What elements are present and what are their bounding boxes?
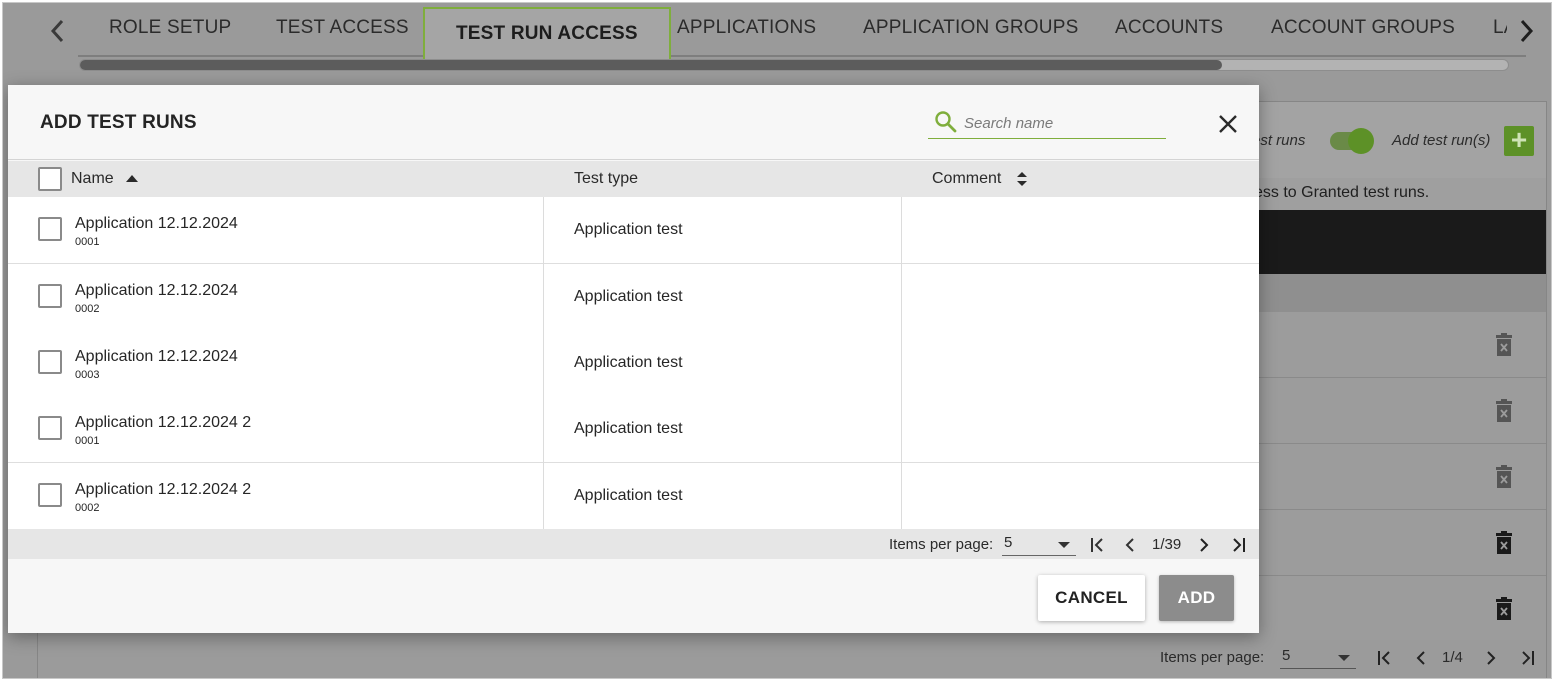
tab-underline xyxy=(78,55,1526,57)
previous-page-icon[interactable] xyxy=(1121,535,1139,555)
tab-applications[interactable]: APPLICATIONS xyxy=(677,17,816,39)
row-checkbox[interactable] xyxy=(38,416,62,440)
delete-icon[interactable] xyxy=(1495,333,1513,357)
dialog-pager: Items per page: 5 1/39 xyxy=(8,529,1259,559)
row-test-type: Application test xyxy=(574,221,683,238)
tab-scrollbar-thumb[interactable] xyxy=(80,60,1223,70)
tab-test-run-access[interactable]: TEST RUN ACCESS xyxy=(423,7,671,59)
row-number: 0001 xyxy=(75,435,100,447)
row-name: Application 12.12.2024 xyxy=(75,348,238,365)
column-divider xyxy=(543,197,544,529)
items-per-page-select[interactable]: 5 xyxy=(1280,647,1356,669)
tab-scrollbar[interactable] xyxy=(79,59,1509,71)
chevron-right-icon[interactable] xyxy=(1515,17,1537,45)
row-number: 0003 xyxy=(75,369,100,381)
row-checkbox[interactable] xyxy=(38,284,62,308)
add-test-runs-dialog: ADD TEST RUNS Name Test type Comment App… xyxy=(8,85,1259,633)
page-indicator: 1/39 xyxy=(1152,536,1182,553)
column-divider xyxy=(901,197,902,529)
search-field[interactable] xyxy=(928,107,1166,139)
last-page-icon[interactable] xyxy=(1229,535,1247,555)
info-text: ess to Granted test runs. xyxy=(1254,184,1430,201)
items-per-page-label: Items per page: xyxy=(1160,649,1265,666)
row-test-type: Application test xyxy=(574,487,683,504)
page-indicator: 1/4 xyxy=(1442,649,1463,666)
tab-accounts[interactable]: ACCOUNTS xyxy=(1115,17,1223,39)
items-per-page-label: Items per page: xyxy=(889,536,994,553)
close-icon[interactable] xyxy=(1216,112,1240,136)
table-body: Application 12.12.2024 0001 Application … xyxy=(8,197,1259,530)
row-number: 0002 xyxy=(75,502,100,514)
chevron-left-icon[interactable] xyxy=(47,17,69,45)
show-test-runs-toggle[interactable] xyxy=(1330,128,1374,154)
dialog-title: ADD TEST RUNS xyxy=(40,112,197,133)
table-row[interactable]: Application 12.12.2024 2 0002 Applicatio… xyxy=(8,463,1259,530)
add-test-run-button[interactable]: + xyxy=(1504,126,1534,156)
row-test-type: Application test xyxy=(574,354,683,371)
sort-ascending-icon[interactable] xyxy=(124,170,140,188)
select-all-checkbox[interactable] xyxy=(38,167,62,191)
dialog-header: ADD TEST RUNS xyxy=(8,85,1259,160)
tab-account-groups[interactable]: ACCOUNT GROUPS xyxy=(1271,17,1455,39)
search-input[interactable] xyxy=(964,111,1160,135)
next-page-icon[interactable] xyxy=(1195,535,1213,555)
last-page-icon[interactable] xyxy=(1518,648,1536,668)
items-per-page-value: 5 xyxy=(1004,534,1013,551)
previous-page-icon[interactable] xyxy=(1412,648,1430,668)
add-test-runs-label: Add test run(s) xyxy=(1392,132,1491,149)
items-per-page-value: 5 xyxy=(1282,647,1291,664)
first-page-icon[interactable] xyxy=(1089,535,1107,555)
table-header: Name Test type Comment xyxy=(8,161,1259,197)
search-icon xyxy=(935,111,957,133)
column-header-comment[interactable]: Comment xyxy=(932,170,1001,188)
row-number: 0001 xyxy=(75,236,100,248)
table-row[interactable]: Application 12.12.2024 0003 Application … xyxy=(8,330,1259,397)
add-button[interactable]: ADD xyxy=(1159,575,1234,621)
toggle-knob xyxy=(1348,128,1374,154)
row-name: Application 12.12.2024 xyxy=(75,282,238,299)
app-window: ROLE SETUP TEST ACCESS TEST RUN ACCESS A… xyxy=(2,2,1552,679)
column-header-name[interactable]: Name xyxy=(71,170,114,188)
tab-truncated[interactable]: LA xyxy=(1493,17,1507,39)
caret-down-icon xyxy=(1338,655,1350,661)
row-test-type: Application test xyxy=(574,420,683,437)
delete-icon[interactable] xyxy=(1495,597,1513,621)
row-test-type: Application test xyxy=(574,288,683,305)
table-row[interactable]: Application 12.12.2024 2 0001 Applicatio… xyxy=(8,396,1259,463)
delete-icon[interactable] xyxy=(1495,531,1513,555)
table-row[interactable]: Application 12.12.2024 0002 Application … xyxy=(8,264,1259,331)
column-header-test-type: Test type xyxy=(574,170,639,187)
row-checkbox[interactable] xyxy=(38,483,62,507)
row-number: 0002 xyxy=(75,303,100,315)
table-row[interactable]: Application 12.12.2024 0001 Application … xyxy=(8,197,1259,264)
items-per-page-select[interactable]: 5 xyxy=(1002,534,1076,556)
first-page-icon[interactable] xyxy=(1376,648,1394,668)
tab-test-access[interactable]: TEST ACCESS xyxy=(276,17,409,39)
next-page-icon[interactable] xyxy=(1482,648,1500,668)
row-checkbox[interactable] xyxy=(38,350,62,374)
row-name: Application 12.12.2024 2 xyxy=(75,414,252,431)
caret-down-icon xyxy=(1058,542,1070,548)
tab-application-groups[interactable]: APPLICATION GROUPS xyxy=(863,17,1078,39)
delete-icon[interactable] xyxy=(1495,465,1513,489)
cancel-button[interactable]: CANCEL xyxy=(1038,575,1145,621)
sort-icon[interactable] xyxy=(1014,170,1030,188)
toggle-label: est runs xyxy=(1252,132,1306,149)
row-checkbox[interactable] xyxy=(38,217,62,241)
row-name: Application 12.12.2024 xyxy=(75,215,238,232)
delete-icon[interactable] xyxy=(1495,399,1513,423)
row-name: Application 12.12.2024 2 xyxy=(75,481,252,498)
tab-role-setup[interactable]: ROLE SETUP xyxy=(109,17,231,39)
tab-bar: ROLE SETUP TEST ACCESS TEST RUN ACCESS A… xyxy=(3,3,1551,71)
panel-pager: Items per page: 5 1/4 xyxy=(38,640,1546,678)
